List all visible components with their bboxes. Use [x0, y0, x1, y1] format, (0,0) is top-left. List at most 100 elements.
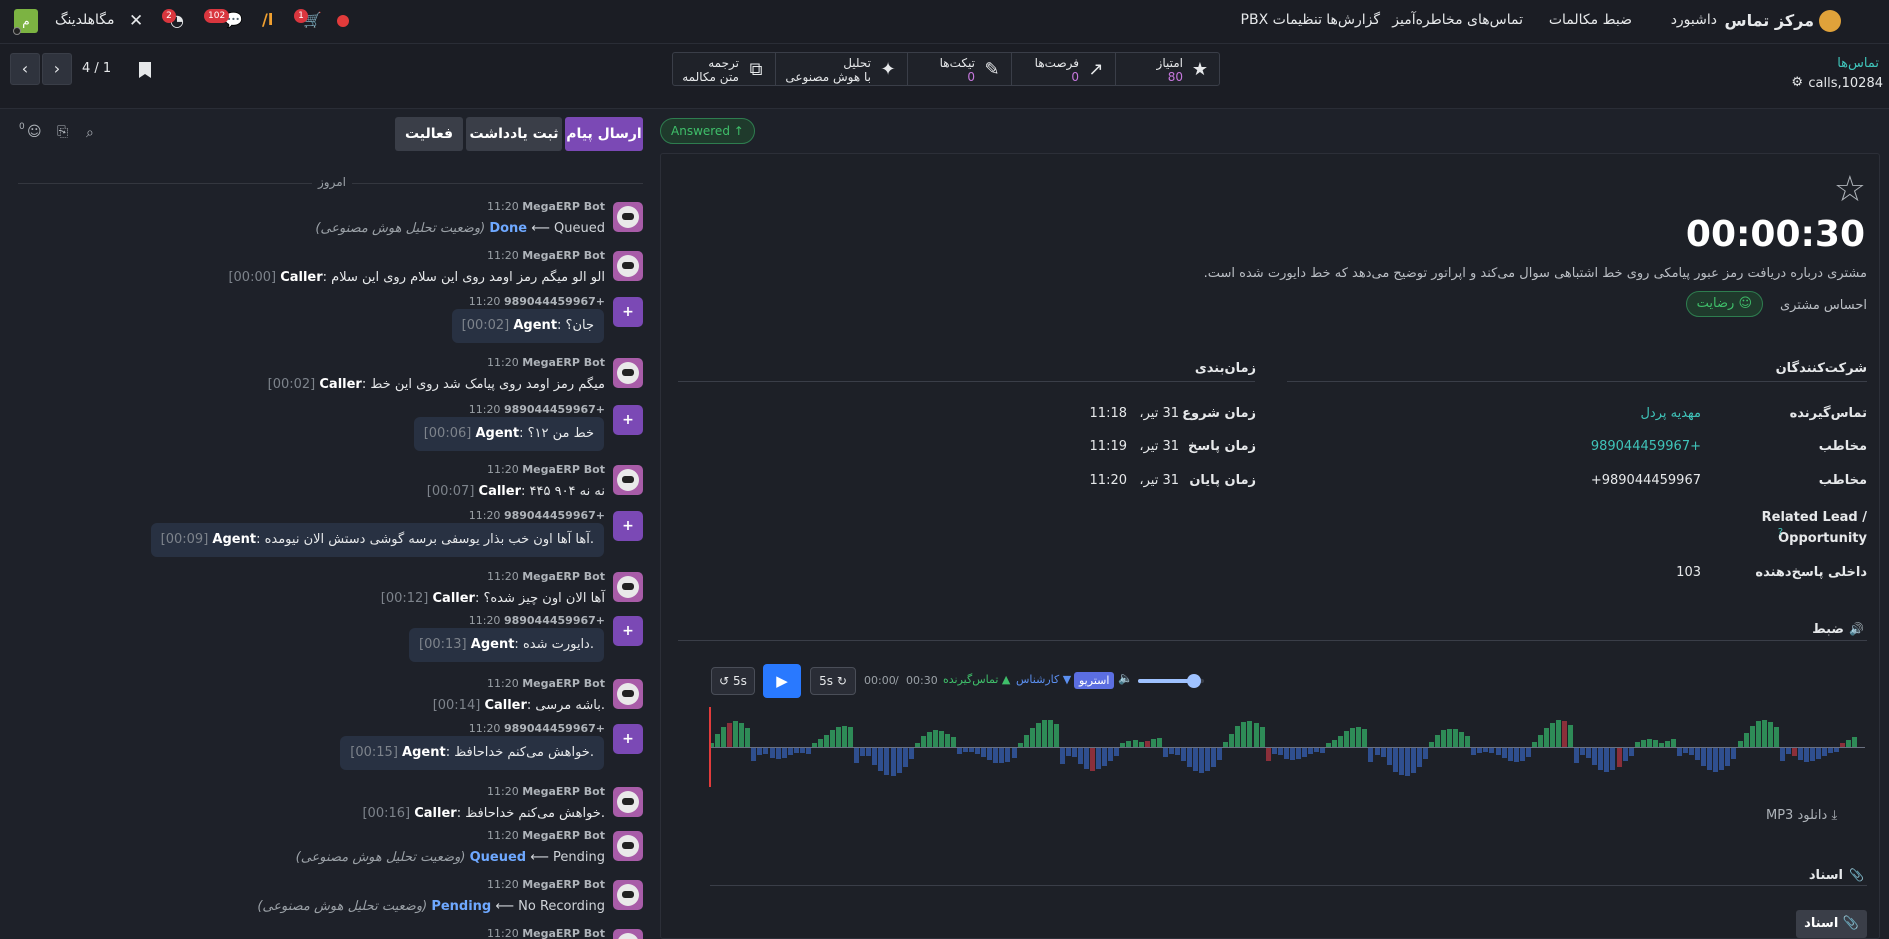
download-mp3-link[interactable]: ⤓ دانلود MP3	[1766, 808, 1837, 823]
message-author[interactable]: 989044459967+	[504, 295, 605, 308]
message-author[interactable]: MegaERP Bot	[522, 356, 605, 369]
waveform-bar	[1441, 730, 1447, 747]
bot-avatar[interactable]	[613, 929, 643, 939]
message-author[interactable]: 989044459967+	[504, 403, 605, 416]
bot-avatar[interactable]	[613, 880, 643, 910]
call-center-app-icon[interactable]	[1819, 10, 1841, 32]
bot-avatar[interactable]	[613, 358, 643, 388]
stereo-toggle[interactable]: استریو	[1074, 672, 1115, 689]
waveform-bar	[727, 723, 733, 747]
app-brand[interactable]: مرکز تماس	[1724, 11, 1814, 30]
stat-score[interactable]: ★ امتیاز 80	[1116, 53, 1219, 85]
activity-button[interactable]: فعالیت	[395, 117, 463, 151]
stat-opportunities[interactable]: ↗ فرصت‌ها 0	[1012, 53, 1116, 85]
arrow-up-icon: ↑	[733, 124, 744, 138]
log-note-button[interactable]: ثبت یادداشت	[466, 117, 562, 151]
waveform-bar	[1096, 748, 1102, 769]
waveform-bar	[860, 748, 866, 756]
line-speaker: Caller	[478, 484, 521, 499]
message-author[interactable]: MegaERP Bot	[522, 463, 605, 476]
record-gear-icon[interactable]: ⚙	[1791, 75, 1803, 90]
author-avatar[interactable]: +	[613, 297, 643, 327]
author-avatar[interactable]: +	[613, 405, 643, 435]
company-switcher[interactable]: مگاهلدینگ	[55, 12, 115, 28]
bot-avatar[interactable]	[613, 572, 643, 602]
bot-avatar[interactable]	[613, 831, 643, 861]
attachment-icon[interactable]: ⎘	[57, 124, 68, 140]
playhead[interactable]	[709, 707, 711, 787]
contact-label-1: مخاطب	[1818, 439, 1867, 454]
stat-translate[interactable]: ⧉ ترجمه متن مکالمه	[671, 53, 776, 85]
waveform-bar	[1059, 748, 1065, 764]
volume-icon[interactable]: 🔈	[1118, 671, 1133, 685]
author-avatar[interactable]: +	[613, 616, 643, 646]
message-author[interactable]: 989044459967+	[504, 509, 605, 522]
ai-logo-icon[interactable]: /ا	[262, 10, 273, 29]
contact-value-1[interactable]: 989044459967+	[1591, 439, 1701, 454]
message-author[interactable]: MegaERP Bot	[522, 829, 605, 842]
caller-value[interactable]: مهدیه پردل	[1640, 406, 1701, 421]
menu-call-recordings[interactable]: ضبط مکالمات	[1549, 12, 1632, 28]
bot-avatar[interactable]	[613, 465, 643, 495]
related-help-icon[interactable]: ?	[1778, 527, 1783, 538]
search-icon[interactable]: ⌕	[86, 125, 94, 141]
line-text: : خواهش می‌کنم خداحافظ.	[456, 806, 605, 821]
favorite-star-icon[interactable]: ☆	[1834, 172, 1866, 208]
documents-button[interactable]: 📎 اسناد	[1796, 910, 1867, 938]
menu-risky-calls[interactable]: تماس‌های مخاطره‌آمیز	[1392, 12, 1523, 28]
menu-reports[interactable]: گزارش‌ها	[1326, 12, 1380, 28]
message-header: 11:20 MegaERP Bot	[487, 829, 605, 842]
send-message-button[interactable]: ارسال پیام	[565, 117, 643, 151]
bot-avatar[interactable]	[613, 787, 643, 817]
play-button[interactable]: ▶	[763, 664, 801, 698]
waveform-bar	[1301, 748, 1307, 757]
bot-avatar[interactable]	[613, 251, 643, 281]
author-avatar[interactable]: +	[613, 724, 643, 754]
message-author[interactable]: MegaERP Bot	[522, 677, 605, 690]
waveform-bar	[1646, 739, 1652, 747]
bot-avatar[interactable]	[613, 202, 643, 232]
message-author[interactable]: MegaERP Bot	[522, 200, 605, 213]
menu-pbx-settings[interactable]: تنظیمات PBX	[1241, 12, 1322, 28]
breadcrumb-parent[interactable]: تماس‌ها	[1837, 56, 1879, 71]
bot-avatar[interactable]	[613, 679, 643, 709]
stat-ai-sub: با هوش مصنوعی	[785, 70, 871, 84]
menu-dashboard[interactable]: داشبورد	[1671, 12, 1717, 28]
pager-prev-button[interactable]: ‹	[10, 53, 40, 85]
pager-next-button[interactable]: ›	[42, 53, 72, 85]
message-author[interactable]: MegaERP Bot	[522, 785, 605, 798]
end-time-label: زمان پایان	[1189, 473, 1256, 488]
message-time: 11:20	[468, 722, 501, 735]
timing-title: زمان‌بندی	[1194, 361, 1256, 376]
waveform-bar	[1314, 748, 1319, 752]
stat-tickets[interactable]: ✎ تیکت‌ها 0	[908, 53, 1012, 85]
record-status-dot	[337, 15, 349, 27]
timing-divider	[678, 381, 1255, 382]
tools-icon[interactable]: ✕	[129, 11, 143, 31]
pager-value[interactable]: 4 / 1	[82, 61, 111, 76]
volume-slider[interactable]	[1138, 674, 1204, 688]
line-text: : آها آها اون خب بذار یوسفی برسه گوشی دس…	[256, 532, 594, 547]
message-author[interactable]: MegaERP Bot	[522, 570, 605, 583]
call-summary: مشتری درباره دریافت رمز عبور پیامکی روی …	[1203, 266, 1867, 281]
author-avatar[interactable]: +	[613, 511, 643, 541]
message-author[interactable]: MegaERP Bot	[522, 878, 605, 891]
message-author[interactable]: MegaERP Bot	[522, 927, 605, 939]
chevron-right-icon: ›	[53, 59, 61, 78]
followers-icon[interactable]: ☺	[27, 124, 42, 140]
waveform[interactable]	[709, 707, 1865, 787]
waveform-bar	[1035, 723, 1041, 747]
skip-forward-button[interactable]: 5s ↻	[810, 667, 856, 695]
message-author[interactable]: 989044459967+	[504, 722, 605, 735]
waveform-bar	[920, 736, 926, 747]
waveform-bar	[957, 748, 963, 754]
skip-back-button[interactable]: ↺ 5s	[711, 667, 755, 695]
recording-title: ضبط	[1812, 622, 1844, 637]
line-text: : جان؟	[557, 318, 594, 333]
message-author[interactable]: MegaERP Bot	[522, 249, 605, 262]
stat-ai-analysis[interactable]: ✦ تحلیل با هوش مصنوعی	[776, 53, 908, 85]
waveform-bar	[1132, 740, 1138, 747]
message-author[interactable]: 989044459967+	[504, 614, 605, 627]
waveform-bar	[1852, 737, 1858, 747]
volume-slider-knob[interactable]	[1187, 674, 1202, 688]
